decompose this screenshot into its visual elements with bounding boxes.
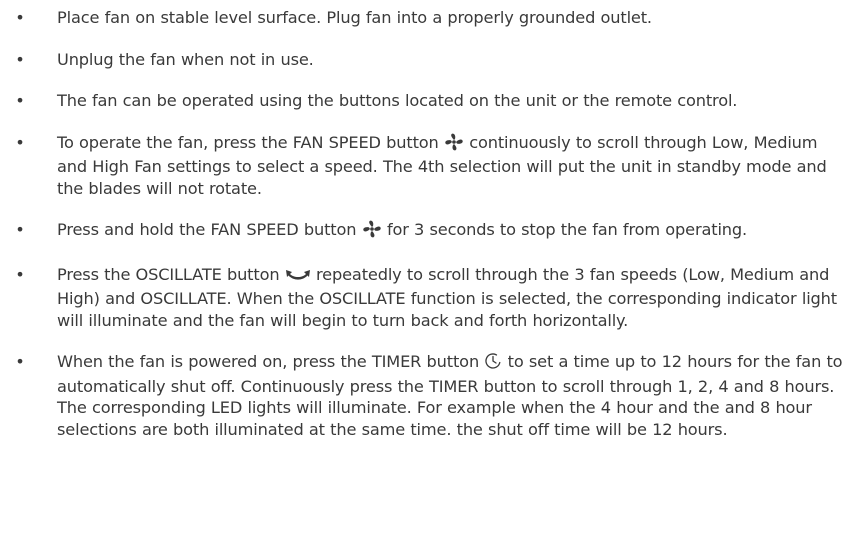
item-text: Place fan on stable level surface. Plug …	[57, 8, 652, 27]
bullet: •	[15, 91, 25, 110]
instruction-list: • Place fan on stable level surface. Plu…	[0, 7, 864, 440]
instructions-document: • Place fan on stable level surface. Plu…	[0, 0, 864, 440]
item-text: The fan can be operated using the button…	[57, 91, 738, 110]
bullet: •	[15, 132, 25, 152]
bullet: •	[15, 352, 25, 371]
timer-icon	[484, 352, 502, 376]
oscillate-icon	[285, 267, 311, 289]
bullet: •	[15, 49, 25, 69]
item-text: Unplug the fan when not in use.	[57, 49, 314, 69]
item-text-after: for 3 seconds to stop the fan from opera…	[386, 220, 748, 239]
list-item: • Press and hold the FAN SPEED button fo…	[0, 219, 864, 244]
bullet: •	[15, 264, 25, 284]
item-text-before: To operate the fan, press the FAN SPEED …	[57, 132, 439, 152]
list-item: • Unplug the fan when not in use.	[0, 49, 864, 71]
item-text-before: Press the OSCILLATE button	[57, 264, 280, 284]
fan-icon	[444, 133, 464, 157]
list-item: • Press the OSCILLATE button repeatedly …	[0, 264, 864, 332]
bullet: •	[15, 220, 25, 239]
item-text-before: When the fan is powered on, press the TI…	[57, 352, 480, 371]
fan-icon	[362, 220, 382, 244]
list-item: • Place fan on stable level surface. Plu…	[0, 7, 864, 29]
list-item: • When the fan is powered on, press the …	[0, 351, 864, 440]
list-item: • To operate the fan, press the FAN SPEE…	[0, 132, 864, 200]
item-text-before: Press and hold the FAN SPEED button	[57, 220, 357, 239]
list-item: • The fan can be operated using the butt…	[0, 90, 864, 112]
bullet: •	[15, 8, 25, 27]
